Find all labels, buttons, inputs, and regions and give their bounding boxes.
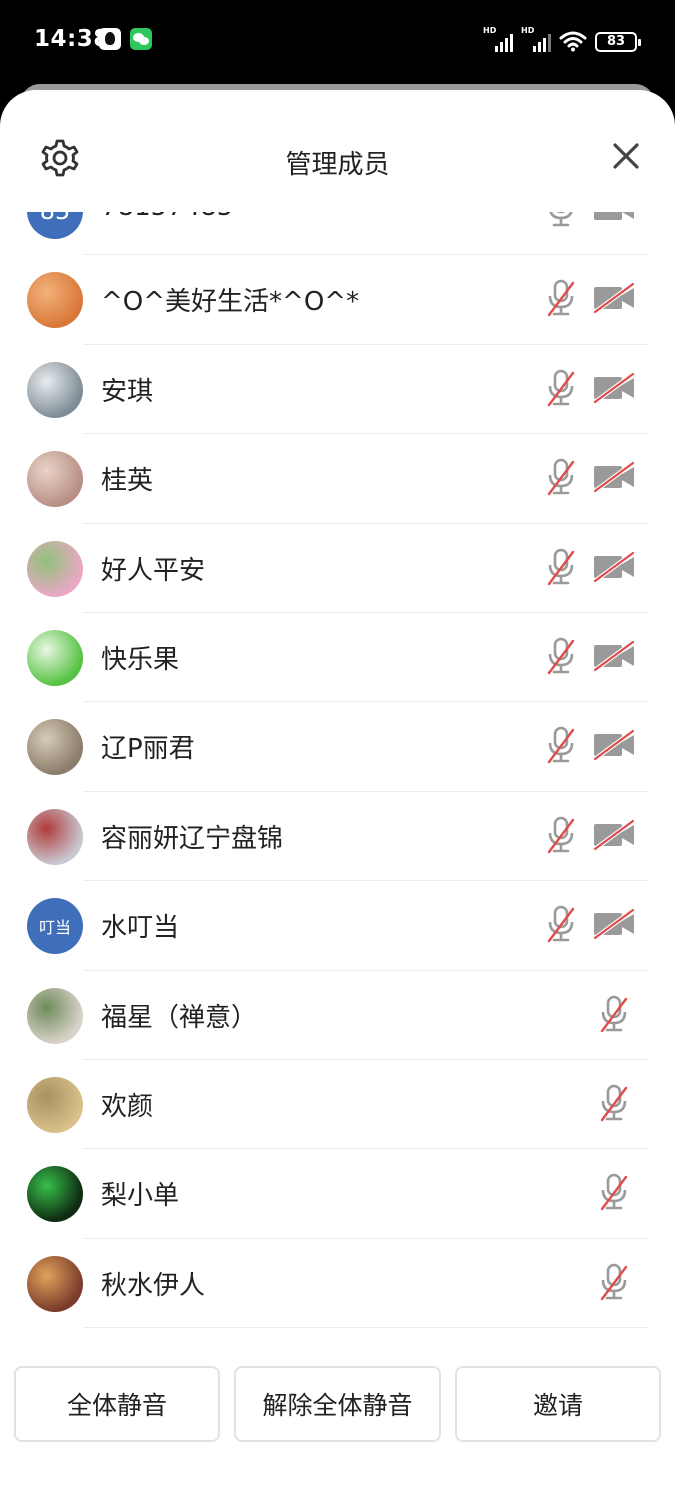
camera-off-icon[interactable]	[592, 818, 636, 852]
camera-icon[interactable]	[592, 212, 636, 226]
member-name: 容丽妍辽宁盘锦	[101, 823, 284, 854]
member-name: 快乐果	[101, 644, 180, 675]
wechat-icon	[130, 28, 152, 50]
member-list: 85 78157485 ^O^美好生活*^O^* 安琪桂英好人平安快乐果辽P丽君容丽妍…	[0, 212, 675, 1329]
member-name: 秋水伊人	[101, 1270, 206, 1301]
avatar[interactable]	[27, 1166, 83, 1223]
avatar[interactable]	[27, 719, 83, 776]
member-name: ^O^美好生活*^O^*	[101, 287, 360, 318]
mic-muted-icon[interactable]	[597, 1171, 631, 1213]
avatar[interactable]	[27, 1255, 83, 1312]
avatar[interactable]	[27, 451, 83, 508]
battery-indicator: 83	[595, 32, 641, 52]
row-divider	[83, 1327, 648, 1329]
member-row[interactable]: 叮当 水叮当	[0, 881, 675, 971]
member-name: 梨小单	[101, 1181, 180, 1212]
camera-off-icon[interactable]	[592, 281, 636, 315]
mic-icon[interactable]	[544, 212, 578, 230]
mic-muted-icon[interactable]	[544, 635, 578, 677]
avatar[interactable]	[27, 361, 83, 418]
status-indicators: HD HD 83	[483, 26, 641, 52]
avatar[interactable]	[27, 808, 83, 865]
member-name: 好人平安	[101, 555, 206, 586]
sheet-title: 管理成员	[285, 150, 390, 180]
member-name: 福星（禅意）	[101, 1002, 258, 1033]
member-row[interactable]: 福星（禅意）	[0, 971, 675, 1060]
member-row[interactable]: 85 78157485	[0, 212, 675, 256]
signal-icon: HD	[483, 26, 513, 52]
member-name: 辽P丽君	[101, 734, 195, 765]
mic-muted-icon[interactable]	[544, 814, 578, 856]
avatar[interactable]: 85	[27, 212, 83, 239]
member-row[interactable]: 秋水伊人	[0, 1239, 675, 1329]
camera-off-icon[interactable]	[592, 639, 636, 673]
manage-members-sheet: 管理成员 85 78157485 ^O^美好生活*^O^* 安琪桂英好人平安快乐果辽P…	[0, 90, 675, 1500]
member-name: 78157485	[101, 212, 233, 222]
footer-actions: 全体静音 解除全体静音 邀请	[0, 1356, 675, 1476]
avatar[interactable]: 叮当	[27, 898, 83, 955]
member-row[interactable]: 快乐果	[0, 613, 675, 703]
mute-all-button[interactable]: 全体静音	[14, 1366, 220, 1442]
mic-muted-icon[interactable]	[544, 367, 578, 409]
camera-off-icon[interactable]	[592, 371, 636, 405]
avatar[interactable]	[27, 540, 83, 597]
member-name: 水叮当	[101, 913, 180, 944]
avatar[interactable]	[27, 1076, 83, 1133]
status-bar: 14:38 HD HD 83	[0, 0, 675, 84]
avatar[interactable]	[27, 629, 83, 686]
member-name: 安琪	[101, 376, 154, 407]
member-name: 桂英	[101, 466, 154, 497]
member-row[interactable]: 梨小单	[0, 1149, 675, 1239]
member-row[interactable]: 辽P丽君	[0, 702, 675, 792]
mic-muted-icon[interactable]	[544, 456, 578, 498]
sheet-header: 管理成员	[0, 90, 675, 212]
member-row[interactable]: 欢颜	[0, 1060, 675, 1150]
avatar[interactable]	[27, 987, 83, 1044]
member-row[interactable]: ^O^美好生活*^O^*	[0, 255, 675, 345]
member-row[interactable]: 好人平安	[0, 524, 675, 613]
invite-button[interactable]: 邀请	[455, 1366, 661, 1442]
wifi-icon	[559, 31, 587, 52]
close-icon[interactable]	[606, 136, 646, 176]
mic-muted-icon[interactable]	[544, 724, 578, 766]
unmute-all-button[interactable]: 解除全体静音	[234, 1366, 441, 1442]
camera-off-icon[interactable]	[592, 728, 636, 762]
mic-muted-icon[interactable]	[597, 1261, 631, 1303]
mic-muted-icon[interactable]	[544, 903, 578, 945]
mic-muted-icon[interactable]	[597, 993, 631, 1035]
mic-muted-icon[interactable]	[544, 277, 578, 319]
camera-off-icon[interactable]	[592, 550, 636, 584]
mic-muted-icon[interactable]	[597, 1082, 631, 1124]
mic-muted-icon[interactable]	[544, 546, 578, 588]
qq-icon	[99, 28, 121, 50]
avatar[interactable]	[27, 272, 83, 329]
member-list-viewport[interactable]: 85 78157485 ^O^美好生活*^O^* 安琪桂英好人平安快乐果辽P丽君容丽妍…	[0, 212, 675, 1340]
member-row[interactable]: 桂英	[0, 434, 675, 524]
camera-off-icon[interactable]	[592, 460, 636, 494]
camera-off-icon[interactable]	[592, 907, 636, 941]
member-row[interactable]: 安琪	[0, 345, 675, 435]
signal-icon-2: HD	[521, 26, 551, 52]
member-name: 欢颜	[101, 1091, 154, 1122]
member-row[interactable]: 容丽妍辽宁盘锦	[0, 792, 675, 882]
